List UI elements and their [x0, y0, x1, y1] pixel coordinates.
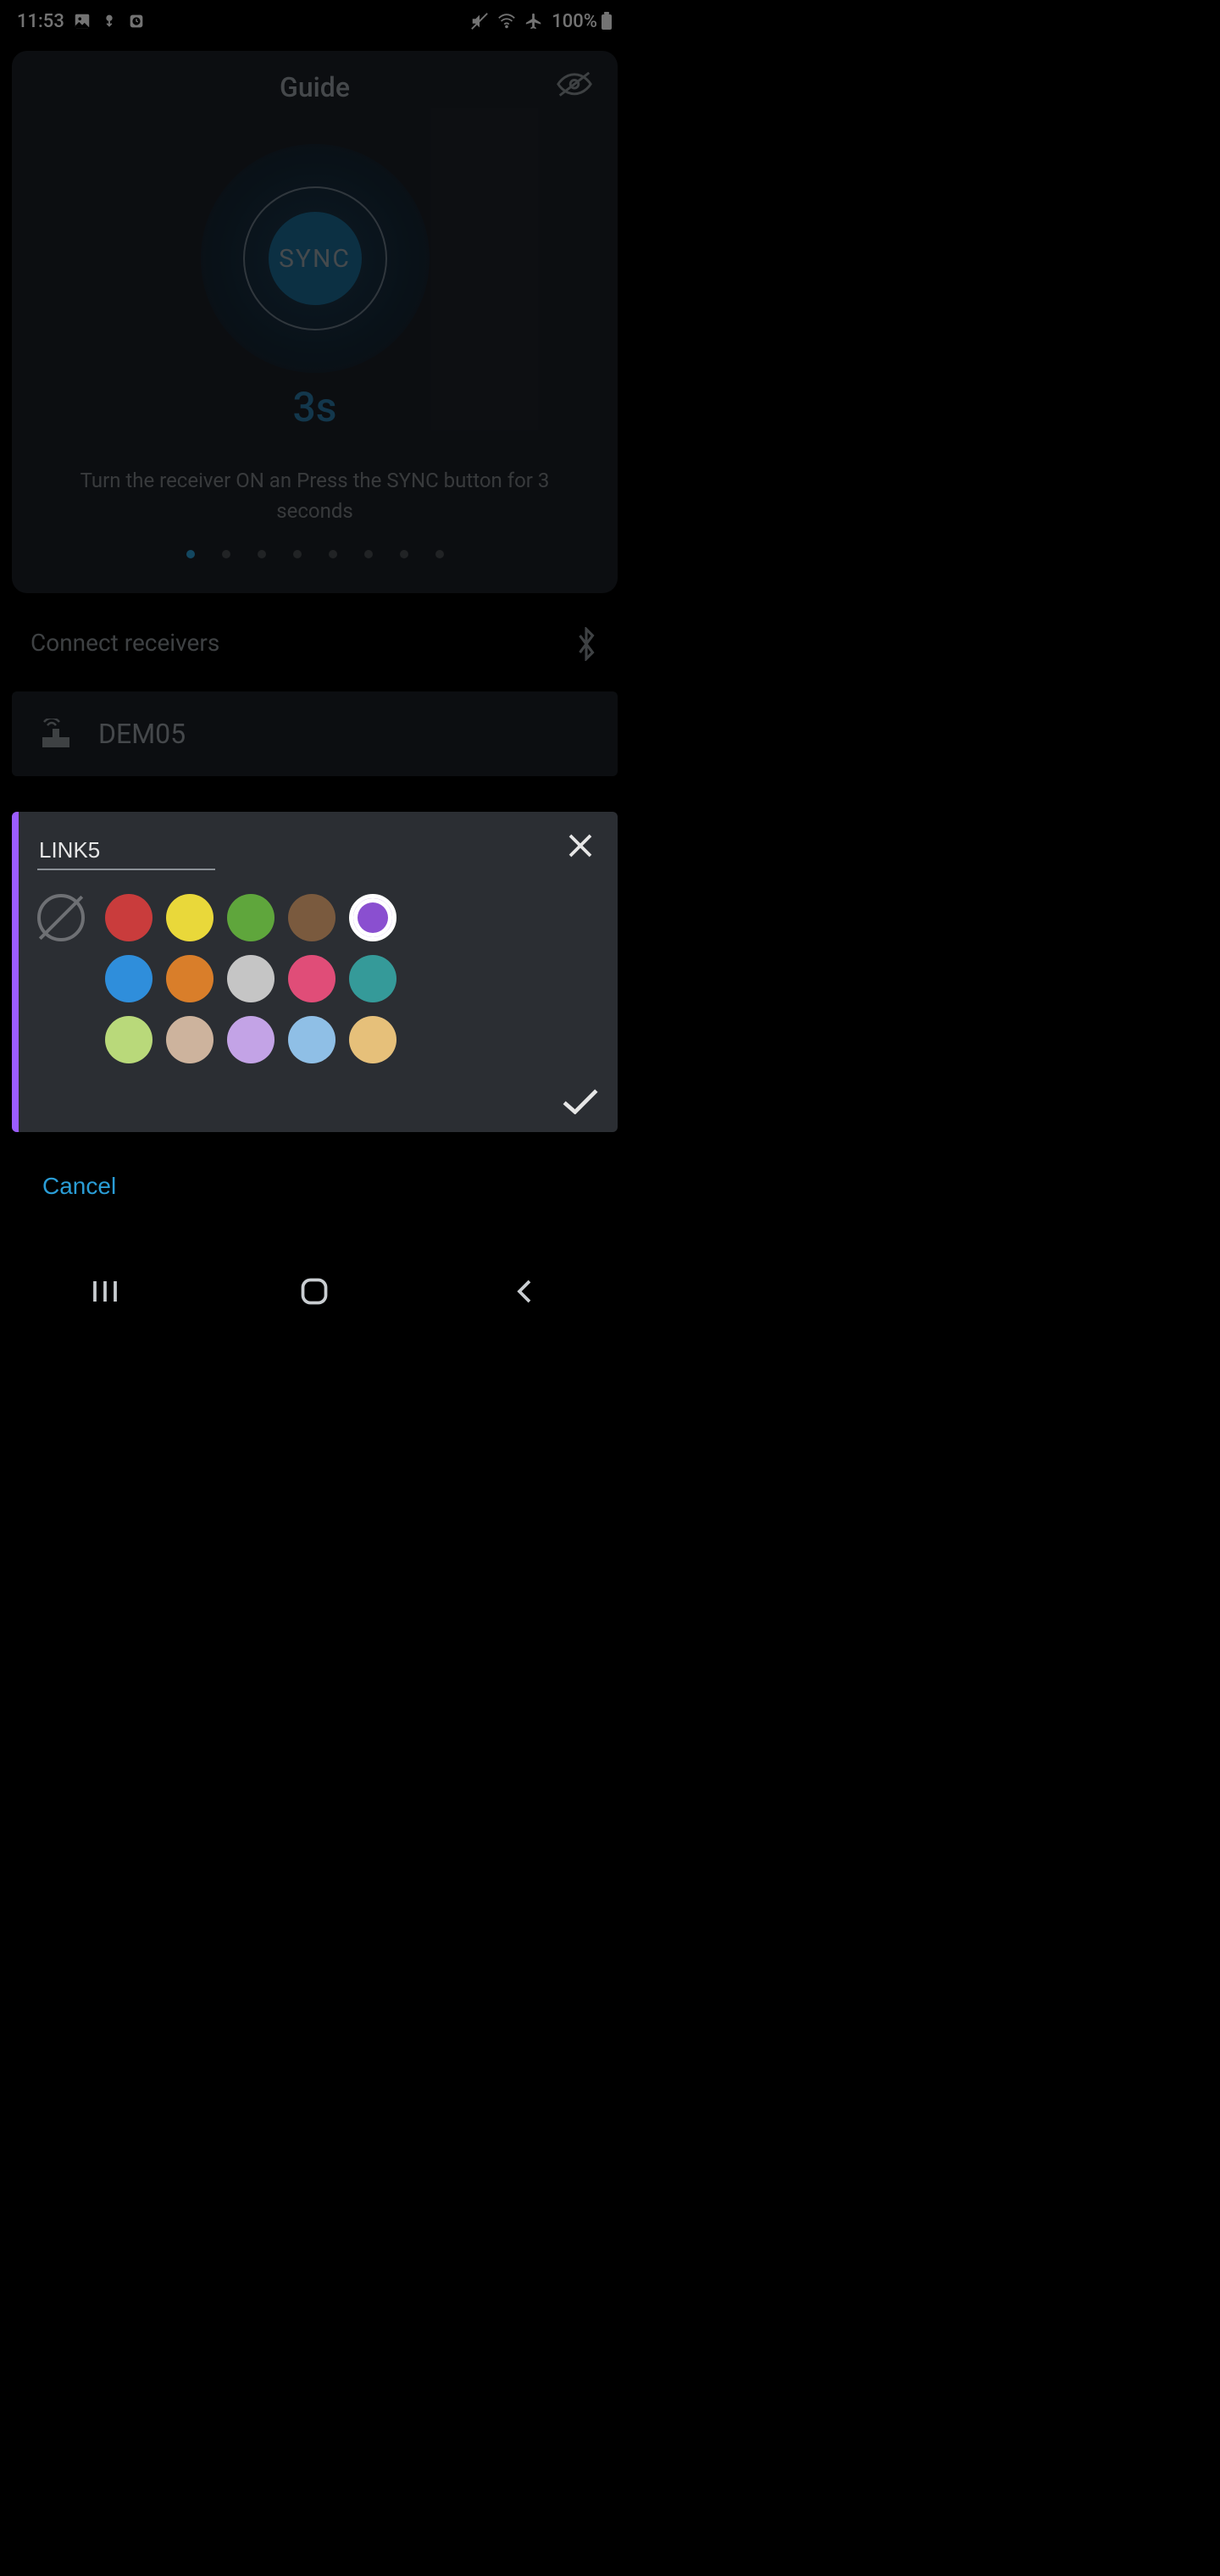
color-swatch[interactable] — [166, 1016, 214, 1063]
sync-timer: 3s — [29, 383, 601, 431]
color-swatch[interactable] — [349, 955, 396, 1002]
link-name-input[interactable] — [37, 834, 215, 870]
sync-graphic: SYNC — [201, 144, 430, 373]
gallery-icon — [73, 12, 92, 31]
guide-title: Guide — [29, 71, 601, 103]
bluetooth-icon[interactable] — [574, 627, 599, 658]
download-icon — [100, 12, 119, 31]
wifi-icon — [497, 12, 516, 31]
guide-instruction: Turn the receiver ON an Press the SYNC b… — [29, 465, 601, 526]
connect-receivers-row: Connect receivers — [0, 593, 629, 683]
color-swatch[interactable] — [349, 1016, 396, 1063]
color-swatch[interactable] — [105, 955, 152, 1002]
airplane-icon — [524, 12, 543, 31]
color-swatch[interactable] — [166, 955, 214, 1002]
color-swatch[interactable] — [105, 1016, 152, 1063]
page-dots[interactable] — [29, 550, 601, 558]
color-swatch-grid — [105, 894, 396, 1063]
page-dot[interactable] — [186, 550, 195, 558]
color-swatch[interactable] — [166, 894, 214, 941]
modal-accent-stripe — [12, 812, 19, 1132]
guide-card: Guide SYNC 3s Turn the receiver ON an Pr… — [12, 51, 618, 593]
page-dot[interactable] — [222, 550, 230, 558]
status-bar: 11:53 100% — [0, 0, 629, 42]
color-swatch[interactable] — [288, 955, 336, 1002]
hide-guide-button[interactable] — [555, 69, 594, 100]
color-swatch[interactable] — [105, 894, 152, 941]
status-time: 11:53 — [17, 11, 64, 32]
color-swatch[interactable] — [288, 1016, 336, 1063]
mute-icon — [470, 12, 489, 31]
device-name: DEM05 — [98, 718, 186, 750]
color-swatch[interactable] — [288, 894, 336, 941]
router-icon — [41, 719, 71, 749]
color-swatch[interactable] — [227, 1016, 274, 1063]
back-button[interactable] — [509, 1276, 540, 1307]
connect-receivers-label: Connect receivers — [30, 629, 219, 657]
home-button[interactable] — [299, 1276, 330, 1307]
page-dot[interactable] — [258, 550, 266, 558]
page-dot[interactable] — [293, 550, 302, 558]
device-row[interactable]: DEM05 — [12, 691, 618, 776]
no-color-swatch[interactable] — [37, 894, 85, 941]
page-dot[interactable] — [364, 550, 373, 558]
sync-label: SYNC — [279, 244, 351, 274]
clock-icon — [127, 12, 146, 31]
battery-indicator: 100% — [552, 11, 613, 32]
color-swatch[interactable] — [227, 894, 274, 941]
cancel-button[interactable]: Cancel — [42, 1173, 116, 1200]
page-dot[interactable] — [435, 550, 444, 558]
page-dot[interactable] — [400, 550, 408, 558]
recents-button[interactable] — [90, 1276, 120, 1307]
close-button[interactable] — [565, 830, 596, 861]
color-swatch[interactable] — [227, 955, 274, 1002]
color-swatch[interactable] — [349, 894, 396, 941]
color-picker-modal — [12, 812, 618, 1132]
confirm-button[interactable] — [562, 1088, 599, 1119]
system-nav-bar — [0, 1253, 629, 1330]
page-dot[interactable] — [329, 550, 337, 558]
